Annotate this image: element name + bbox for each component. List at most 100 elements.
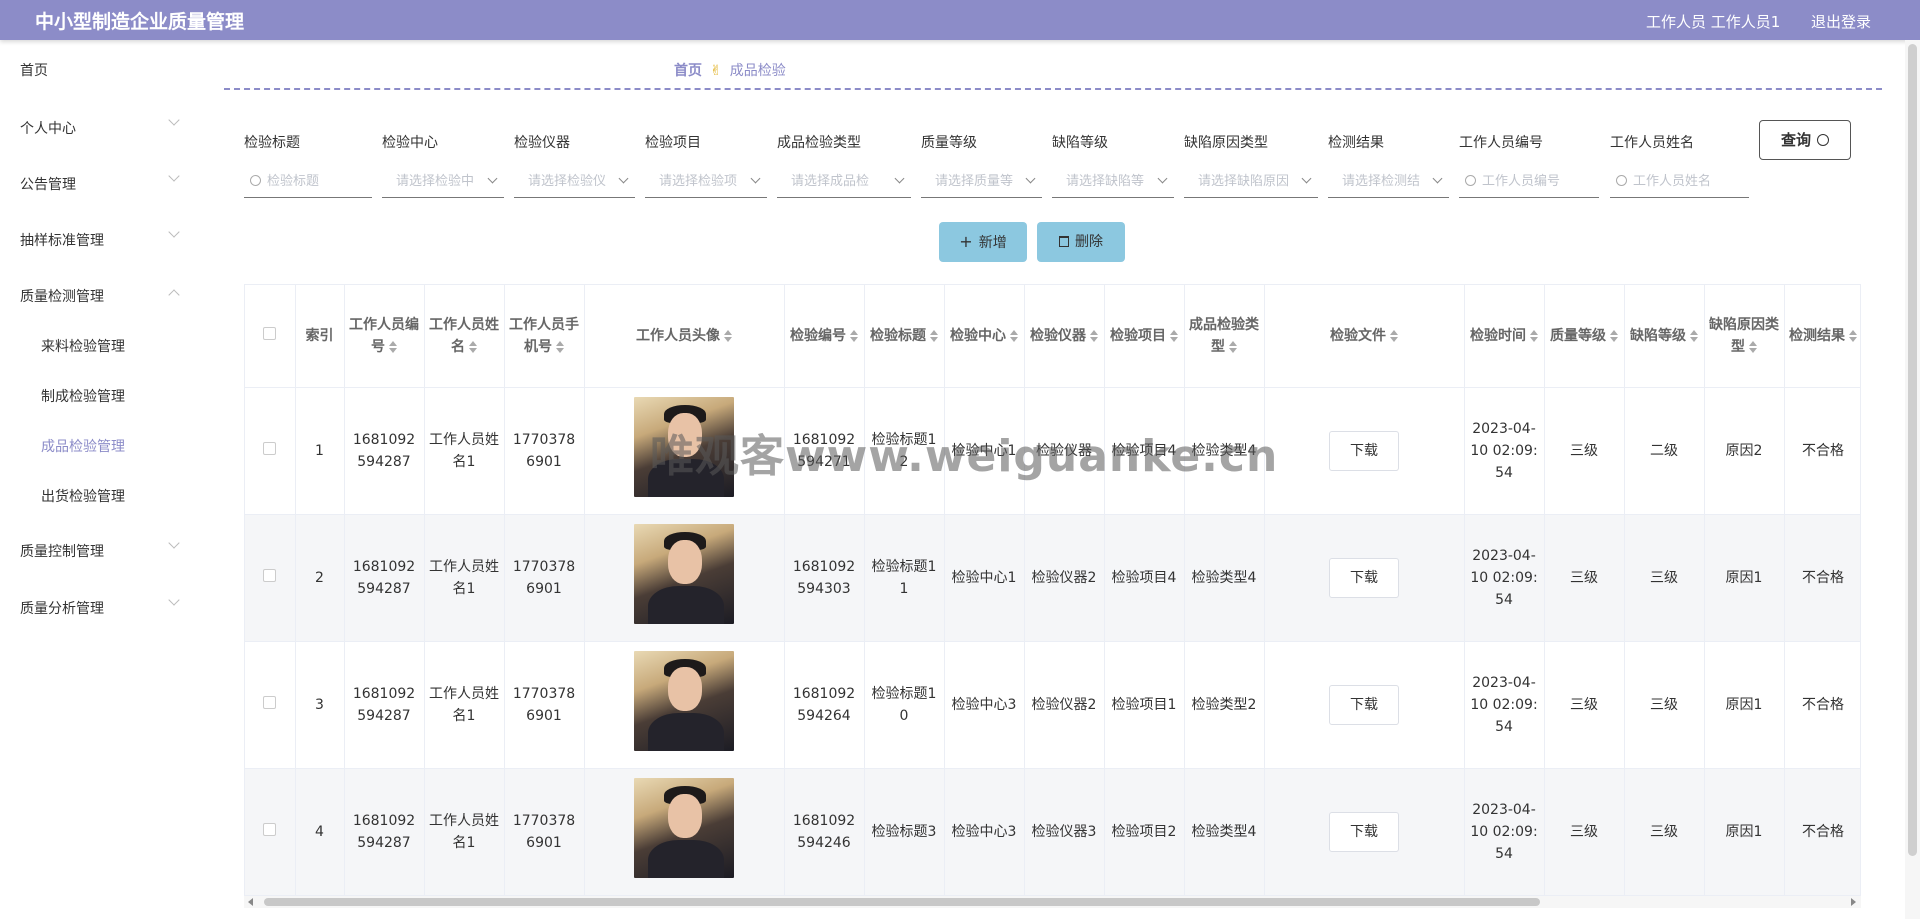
sidebar-item-control[interactable]: 质量控制管理	[20, 541, 104, 561]
col-header-center[interactable]: 检验中心	[944, 285, 1025, 388]
chevron-down-icon	[750, 173, 761, 184]
col-header-result[interactable]: 检测结果	[1784, 285, 1860, 388]
sort-icon[interactable]	[930, 329, 938, 342]
row-checkbox[interactable]	[245, 514, 296, 642]
cell-quality: 三级	[1544, 641, 1625, 769]
download-button[interactable]: 下载	[1329, 684, 1399, 725]
avatar[interactable]	[634, 778, 734, 878]
col-header-quality[interactable]: 质量等级	[1544, 285, 1625, 388]
sort-icon[interactable]	[724, 329, 732, 342]
filter-select-center[interactable]: 请选择检验中	[382, 166, 504, 198]
filter-select-quality[interactable]: 请选择质量等	[921, 166, 1042, 198]
col-header-staff-name[interactable]: 工作人员姓名	[424, 285, 505, 388]
plus-icon: +	[959, 232, 973, 251]
filter-select-result[interactable]: 请选择检测结	[1328, 166, 1449, 198]
add-button[interactable]: + 新增	[939, 222, 1027, 262]
sidebar-item-home[interactable]: 首页	[20, 60, 48, 80]
sidebar-item-profile[interactable]: 个人中心	[20, 118, 76, 138]
filter-select-item[interactable]: 请选择检验项	[645, 166, 767, 198]
filter-input-title[interactable]: 检验标题	[244, 166, 372, 198]
sort-icon[interactable]	[1749, 340, 1757, 353]
cell-defect: 三级	[1624, 514, 1705, 642]
col-header-check-no[interactable]: 检验编号	[784, 285, 865, 388]
query-button[interactable]: 查询	[1759, 120, 1851, 160]
cell-item: 检验项目1	[1104, 641, 1185, 769]
sidebar-item-inspection[interactable]: 质量检测管理	[20, 286, 104, 306]
col-header-defect[interactable]: 缺陷等级	[1624, 285, 1705, 388]
sort-icon[interactable]	[1229, 340, 1237, 353]
avatar[interactable]	[634, 524, 734, 624]
sort-icon[interactable]	[1610, 329, 1618, 342]
placeholder-text: 请选择检验仪	[528, 174, 607, 189]
placeholder-text: 请选择质量等	[935, 174, 1014, 189]
cell-instrument: 检验仪器2	[1024, 641, 1105, 769]
cell-defect: 二级	[1624, 387, 1705, 515]
sidebar-item-notice[interactable]: 公告管理	[20, 174, 76, 194]
cell-center: 检验中心3	[944, 768, 1025, 895]
filter-select-defect[interactable]: 请选择缺陷等	[1052, 166, 1174, 198]
sort-icon[interactable]	[1390, 329, 1398, 342]
sort-icon[interactable]	[1530, 329, 1538, 342]
col-header-time[interactable]: 检验时间	[1464, 285, 1545, 388]
scroll-left-icon[interactable]	[248, 898, 253, 906]
table-row: 4 1681092594287 工作人员姓名1 17703786901 1681…	[245, 768, 1860, 895]
cell-result: 不合格	[1784, 768, 1860, 895]
sidebar-item-process[interactable]: 制成检验管理	[41, 386, 125, 406]
row-checkbox[interactable]	[245, 641, 296, 769]
filter-select-type[interactable]: 请选择成品检	[777, 166, 911, 198]
sort-icon[interactable]	[1849, 329, 1857, 342]
col-header-staff-no[interactable]: 工作人员编号	[344, 285, 425, 388]
table-header-row: 索引 工作人员编号 工作人员姓名 工作人员手机号 工作人员头像 检验编号 检验标…	[245, 285, 1860, 388]
col-header-avatar[interactable]: 工作人员头像	[584, 285, 785, 388]
filter-select-reason[interactable]: 请选择缺陷原因	[1184, 166, 1318, 198]
row-checkbox[interactable]	[245, 768, 296, 895]
col-header-file[interactable]: 检验文件	[1264, 285, 1465, 388]
sort-icon[interactable]	[1170, 329, 1178, 342]
row-checkbox[interactable]	[245, 387, 296, 515]
sidebar-item-incoming[interactable]: 来料检验管理	[41, 336, 125, 356]
cell-file: 下载	[1264, 641, 1465, 769]
filter-input-staff-no[interactable]: 工作人员编号	[1459, 166, 1599, 198]
sidebar-item-shipping[interactable]: 出货检验管理	[41, 486, 125, 506]
cell-title: 检验标题10	[864, 641, 945, 769]
logout-button[interactable]: 退出登录	[1811, 11, 1871, 32]
sort-icon[interactable]	[469, 340, 477, 353]
select-all-checkbox[interactable]	[245, 285, 296, 388]
sort-icon[interactable]	[389, 340, 397, 353]
sort-icon[interactable]	[556, 340, 564, 353]
cell-phone: 17703786901	[504, 641, 585, 769]
delete-button[interactable]: 删除	[1037, 222, 1125, 262]
filter-input-staff-name[interactable]: 工作人员姓名	[1610, 166, 1749, 198]
col-header-title[interactable]: 检验标题	[864, 285, 945, 388]
download-button[interactable]: 下载	[1329, 557, 1399, 598]
col-header-instrument[interactable]: 检验仪器	[1024, 285, 1105, 388]
download-button[interactable]: 下载	[1329, 811, 1399, 852]
col-header-phone[interactable]: 工作人员手机号	[504, 285, 585, 388]
cell-staff-name: 工作人员姓名1	[424, 768, 505, 895]
avatar[interactable]	[634, 651, 734, 751]
cell-type: 检验类型2	[1184, 641, 1265, 769]
cell-staff-name: 工作人员姓名1	[424, 641, 505, 769]
cell-staff-name: 工作人员姓名1	[424, 387, 505, 515]
sort-icon[interactable]	[1010, 329, 1018, 342]
col-header-item[interactable]: 检验项目	[1104, 285, 1185, 388]
cell-reason: 原因2	[1704, 387, 1785, 515]
cell-time: 2023-04-10 02:09:54	[1464, 641, 1545, 769]
col-header-reason[interactable]: 缺陷原因类型	[1704, 285, 1785, 388]
vertical-scrollbar-thumb[interactable]	[1908, 44, 1917, 856]
col-header-type[interactable]: 成品检验类型	[1184, 285, 1265, 388]
download-button[interactable]: 下载	[1329, 430, 1399, 471]
sidebar-item-finished[interactable]: 成品检验管理	[41, 436, 125, 456]
filter-select-instrument[interactable]: 请选择检验仪	[514, 166, 635, 198]
sort-icon[interactable]	[1690, 329, 1698, 342]
sidebar-item-analysis[interactable]: 质量分析管理	[20, 598, 104, 618]
sort-icon[interactable]	[1090, 329, 1098, 342]
horizontal-scrollbar-thumb[interactable]	[264, 898, 1540, 906]
cell-quality: 三级	[1544, 387, 1625, 515]
breadcrumb-home[interactable]: 首页	[674, 63, 702, 79]
placeholder-text: 请选择检验中	[396, 174, 475, 189]
sort-icon[interactable]	[850, 329, 858, 342]
filter-label-title: 检验标题	[244, 135, 300, 151]
sidebar-item-sampling[interactable]: 抽样标准管理	[20, 230, 104, 250]
scroll-right-icon[interactable]	[1851, 898, 1856, 906]
